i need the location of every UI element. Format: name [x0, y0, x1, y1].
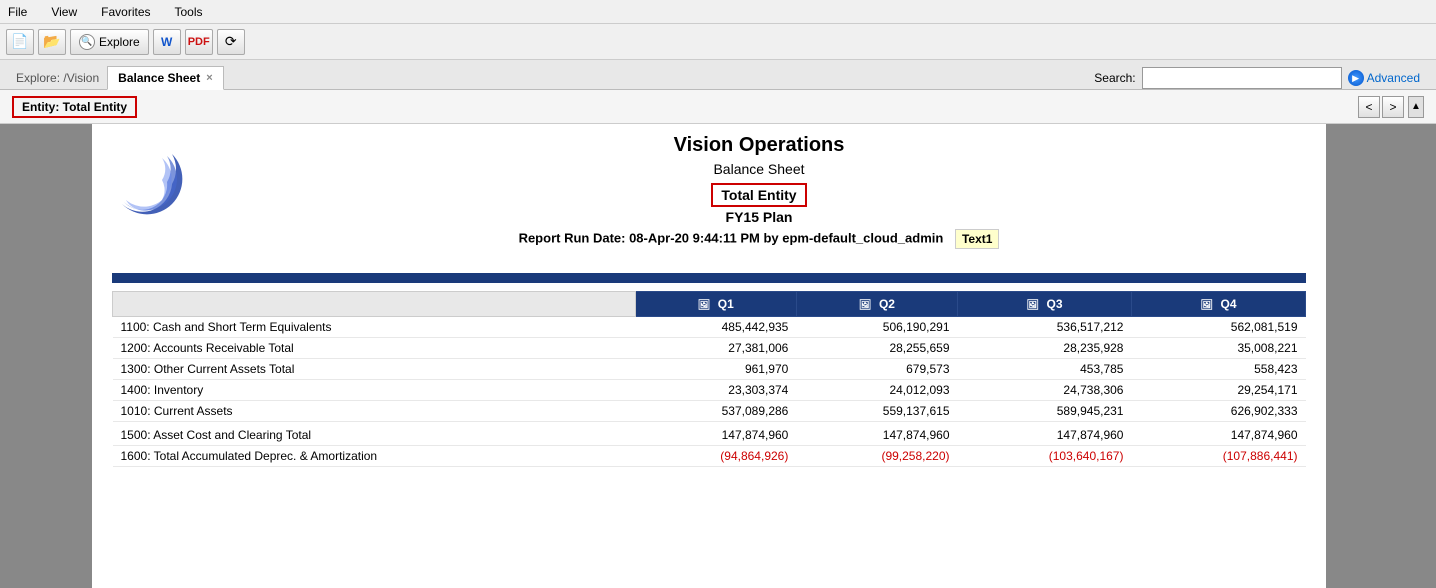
row-q3-value: 147,874,960 [958, 422, 1132, 446]
advanced-button[interactable]: ▶ Advanced [1348, 70, 1420, 86]
col-label [113, 292, 636, 317]
row-q3-value: 28,235,928 [958, 338, 1132, 359]
search-area: Search: ▶ Advanced [1094, 67, 1428, 89]
table-row: 1400: Inventory23,303,37424,012,09324,73… [113, 380, 1306, 401]
play-icon: ▶ [1348, 70, 1364, 86]
row-q4-value: 558,423 [1131, 359, 1305, 380]
menu-bar: File View Favorites Tools [0, 0, 1436, 24]
data-table: 🖼 Q1 🖼 Q2 🖼 Q3 🖼 Q4 [112, 291, 1306, 467]
report-header: Vision Operations Balance Sheet Total En… [212, 134, 1306, 249]
tab-explore[interactable]: Explore: /Vision [8, 67, 107, 89]
share-button[interactable]: ⟳ [217, 29, 245, 55]
row-q2-value: (99,258,220) [796, 446, 957, 467]
entity-badge: Entity: Total Entity [12, 96, 137, 118]
report-entity-badge: Total Entity [711, 183, 806, 207]
table-row: 1100: Cash and Short Term Equivalents485… [113, 317, 1306, 338]
row-q1-value: (94,864,926) [635, 446, 796, 467]
table-row: 1300: Other Current Assets Total961,9706… [113, 359, 1306, 380]
new-button[interactable]: 📄 [6, 29, 34, 55]
row-label: 1300: Other Current Assets Total [113, 359, 636, 380]
explore-button[interactable]: 🔍 Explore [70, 29, 149, 55]
row-q2-value: 559,137,615 [796, 401, 957, 422]
row-q3-value: 536,517,212 [958, 317, 1132, 338]
report-plan: FY15 Plan [212, 209, 1306, 225]
tab-bar: Explore: /Vision Balance Sheet × Search:… [0, 60, 1436, 90]
col-q3: 🖼 Q3 [958, 292, 1132, 317]
row-label: 1400: Inventory [113, 380, 636, 401]
row-q1-value: 537,089,286 [635, 401, 796, 422]
row-q2-value: 506,190,291 [796, 317, 957, 338]
main-content: Vision Operations Balance Sheet Total En… [0, 124, 1436, 588]
q3-icon: 🖼 [1026, 300, 1039, 311]
table-row: 1200: Accounts Receivable Total27,381,00… [113, 338, 1306, 359]
row-q3-value: 589,945,231 [958, 401, 1132, 422]
row-q1-value: 961,970 [635, 359, 796, 380]
row-q3-value: 453,785 [958, 359, 1132, 380]
search-label: Search: [1094, 71, 1135, 85]
report-company: Vision Operations [212, 134, 1306, 157]
tab-balance-sheet[interactable]: Balance Sheet × [107, 66, 223, 90]
row-q3-value: 24,738,306 [958, 380, 1132, 401]
col-q1: 🖼 Q1 [635, 292, 796, 317]
nav-arrows: < > [1358, 96, 1404, 118]
open-button[interactable]: 📂 [38, 29, 66, 55]
tab-close-icon[interactable]: × [206, 72, 212, 84]
tab-balance-sheet-label: Balance Sheet [118, 71, 200, 85]
company-logo [112, 144, 192, 224]
left-gutter [0, 124, 92, 588]
advanced-label: Advanced [1367, 71, 1420, 85]
right-gutter [1326, 124, 1436, 588]
row-q4-value: 147,874,960 [1131, 422, 1305, 446]
table-row: 1500: Asset Cost and Clearing Total147,8… [113, 422, 1306, 446]
report-date: Report Run Date: 08-Apr-20 9:44:11 PM by… [212, 229, 1306, 249]
row-label: 1600: Total Accumulated Deprec. & Amorti… [113, 446, 636, 467]
explore-label: Explore [99, 35, 140, 49]
q2-icon: 🖼 [859, 300, 872, 311]
nav-next-button[interactable]: > [1382, 96, 1404, 118]
toolbar: 📄 📂 🔍 Explore W PDF ⟳ [0, 24, 1436, 60]
q1-icon: 🖼 [698, 300, 711, 311]
row-q3-value: (103,640,167) [958, 446, 1132, 467]
nav-prev-button[interactable]: < [1358, 96, 1380, 118]
word-button[interactable]: W [153, 29, 181, 55]
col-q4: 🖼 Q4 [1131, 292, 1305, 317]
q4-icon: 🖼 [1200, 300, 1213, 311]
row-q4-value: 35,008,221 [1131, 338, 1305, 359]
row-q1-value: 23,303,374 [635, 380, 796, 401]
table-row: 1010: Current Assets537,089,286559,137,6… [113, 401, 1306, 422]
scroll-up-button[interactable]: ▲ [1408, 96, 1424, 118]
tooltip-text1: Text1 [955, 229, 999, 249]
report-subtitle: Balance Sheet [212, 161, 1306, 177]
menu-favorites[interactable]: Favorites [97, 3, 154, 21]
row-q4-value: 626,902,333 [1131, 401, 1305, 422]
entity-header: Entity: Total Entity < > ▲ [0, 90, 1436, 124]
row-q4-value: 29,254,171 [1131, 380, 1305, 401]
table-row: 1600: Total Accumulated Deprec. & Amorti… [113, 446, 1306, 467]
report-divider [112, 273, 1306, 283]
row-q4-value: (107,886,441) [1131, 446, 1305, 467]
explore-icon: 🔍 [79, 34, 95, 50]
pdf-button[interactable]: PDF [185, 29, 213, 55]
row-q1-value: 485,442,935 [635, 317, 796, 338]
row-q2-value: 24,012,093 [796, 380, 957, 401]
row-label: 1500: Asset Cost and Clearing Total [113, 422, 636, 446]
row-label: 1100: Cash and Short Term Equivalents [113, 317, 636, 338]
row-q1-value: 147,874,960 [635, 422, 796, 446]
menu-view[interactable]: View [47, 3, 81, 21]
row-q2-value: 147,874,960 [796, 422, 957, 446]
col-q2: 🖼 Q2 [796, 292, 957, 317]
row-q2-value: 679,573 [796, 359, 957, 380]
row-label: 1010: Current Assets [113, 401, 636, 422]
row-q1-value: 27,381,006 [635, 338, 796, 359]
table-header-row: 🖼 Q1 🖼 Q2 🖼 Q3 🖼 Q4 [113, 292, 1306, 317]
row-q2-value: 28,255,659 [796, 338, 957, 359]
search-input[interactable] [1142, 67, 1342, 89]
menu-tools[interactable]: Tools [171, 3, 207, 21]
row-label: 1200: Accounts Receivable Total [113, 338, 636, 359]
row-q4-value: 562,081,519 [1131, 317, 1305, 338]
menu-file[interactable]: File [4, 3, 31, 21]
report-area: Vision Operations Balance Sheet Total En… [92, 124, 1326, 588]
